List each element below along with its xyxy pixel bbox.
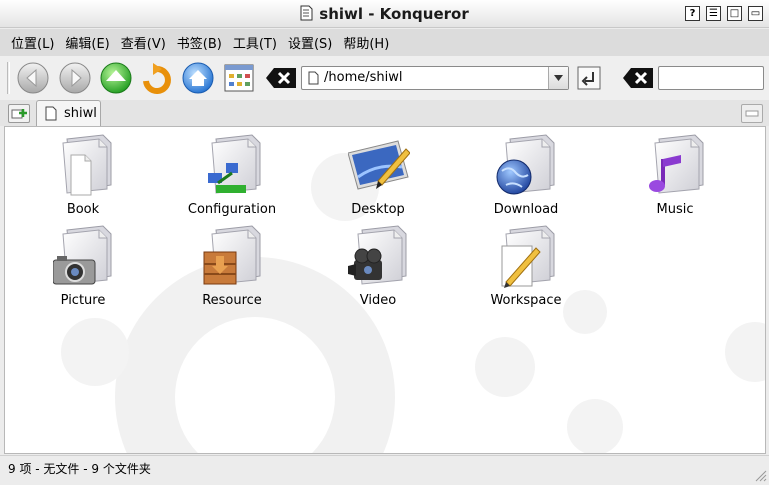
status-bar: 9 项 - 无文件 - 9 个文件夹 xyxy=(0,455,769,485)
folder-item-download[interactable]: Download xyxy=(466,129,586,221)
menu-bar: 位置(L) 编辑(E) 查看(V) 书签(B) 工具(T) 设置(S) 帮助(H… xyxy=(0,29,769,56)
clear-location-icon[interactable] xyxy=(264,61,298,95)
reload-icon[interactable] xyxy=(140,61,174,95)
folder-item-music[interactable]: Music xyxy=(615,129,735,221)
folder-item-book[interactable]: Book xyxy=(23,129,143,221)
download-folder-icon xyxy=(496,134,555,195)
help-button[interactable]: ? xyxy=(685,6,700,21)
picture-folder-icon xyxy=(53,225,112,285)
file-icon-view[interactable]: Book Configuration Desktop Download Musi… xyxy=(4,126,766,454)
tab-label: shiwl xyxy=(64,106,97,121)
desktop-folder-icon xyxy=(348,140,410,190)
status-text: 9 项 - 无文件 - 9 个文件夹 xyxy=(8,462,151,476)
folder-label: Download xyxy=(493,202,559,217)
tab-shiwl[interactable]: shiwl xyxy=(36,100,101,127)
folder-label: Desktop xyxy=(351,202,405,217)
up-icon[interactable] xyxy=(99,61,133,95)
menu-settings[interactable]: 设置(S) xyxy=(283,33,337,52)
clear-search-icon[interactable] xyxy=(621,61,655,95)
toolbar-grip[interactable] xyxy=(7,62,10,94)
menu-location[interactable]: 位置(L) xyxy=(6,33,59,52)
go-icon[interactable] xyxy=(573,61,607,95)
new-tab-button[interactable] xyxy=(8,104,30,123)
restore-button[interactable]: ▭ xyxy=(748,6,763,21)
menu-tools[interactable]: 工具(T) xyxy=(228,33,282,52)
menu-view[interactable]: 查看(V) xyxy=(116,33,171,52)
folder-item-workspace[interactable]: Workspace xyxy=(466,220,586,312)
folder-label: Configuration xyxy=(187,202,277,217)
workspace-folder-icon xyxy=(501,225,555,288)
folder-item-configuration[interactable]: Configuration xyxy=(172,129,292,221)
location-input[interactable]: /home/shiwl xyxy=(301,66,569,90)
document-icon xyxy=(300,5,313,24)
book-folder-icon xyxy=(62,134,112,196)
window-title: shiwl - Konqueror xyxy=(319,5,469,23)
configuration-folder-icon xyxy=(208,134,261,194)
folder-label: Music xyxy=(656,202,694,217)
location-history-dropdown[interactable] xyxy=(548,67,568,89)
folder-label: Book xyxy=(66,202,100,217)
folder-item-resource[interactable]: Resource xyxy=(172,220,292,312)
folder-item-picture[interactable]: Picture xyxy=(23,220,143,312)
menu-help[interactable]: 帮助(H) xyxy=(338,33,394,52)
folder-label: Resource xyxy=(202,293,262,308)
menu-edit[interactable]: 编辑(E) xyxy=(60,33,114,52)
document-icon xyxy=(45,106,57,121)
back-icon[interactable] xyxy=(16,61,50,95)
resource-folder-icon xyxy=(203,225,261,285)
music-folder-icon xyxy=(649,134,704,194)
folder-location-icon xyxy=(308,71,319,85)
menu-bookmarks[interactable]: 书签(B) xyxy=(172,33,227,52)
folder-label: Picture xyxy=(60,293,106,308)
home-icon[interactable] xyxy=(181,61,215,95)
location-text: /home/shiwl xyxy=(324,70,403,85)
title-bar: shiwl - Konqueror ? ☰ □ ▭ xyxy=(0,0,769,28)
view-mode-icon[interactable] xyxy=(222,61,256,95)
maximize-button[interactable]: □ xyxy=(727,6,742,21)
resize-grip-icon[interactable] xyxy=(753,468,767,482)
tab-bar xyxy=(0,100,769,126)
chevron-down-icon xyxy=(554,75,563,81)
remove-tab-icon xyxy=(745,110,759,117)
forward-icon[interactable] xyxy=(58,61,92,95)
close-tab-button[interactable] xyxy=(741,104,763,123)
folder-label: Workspace xyxy=(490,293,562,308)
menu-button[interactable]: ☰ xyxy=(706,6,721,21)
folder-item-desktop[interactable]: Desktop xyxy=(318,129,438,221)
new-tab-icon xyxy=(11,109,27,119)
folder-label: Video xyxy=(359,293,397,308)
folder-item-video[interactable]: Video xyxy=(318,220,438,312)
video-folder-icon xyxy=(348,225,407,285)
search-input[interactable] xyxy=(658,66,764,90)
